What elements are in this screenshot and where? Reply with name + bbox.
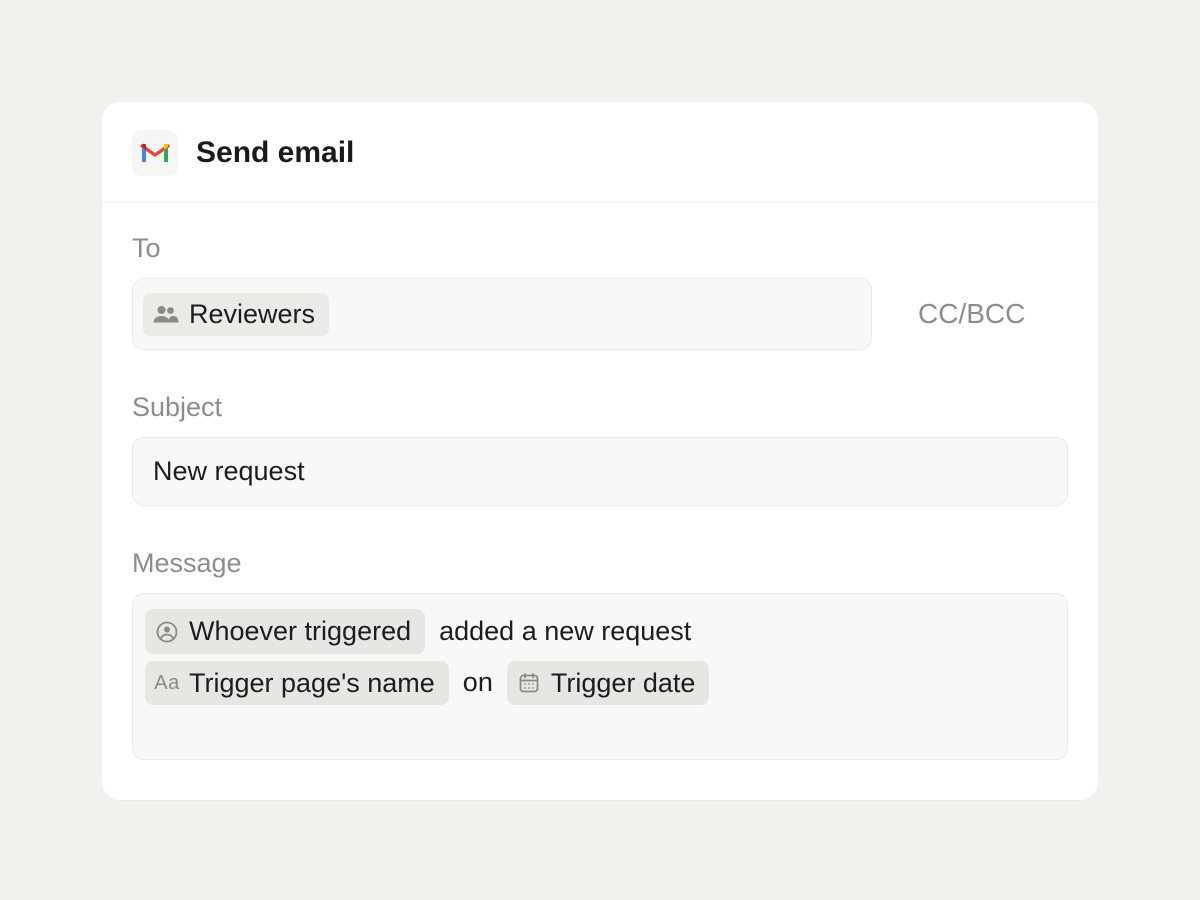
message-text: added a new request: [437, 606, 693, 657]
to-chip-reviewers[interactable]: Reviewers: [143, 293, 329, 336]
message-line-2: Aa Trigger page's name on: [145, 657, 1055, 708]
token-label: Trigger page's name: [189, 667, 435, 699]
person-circle-icon: [155, 621, 179, 643]
subject-box[interactable]: [132, 437, 1068, 506]
card-body: To Reviewers CC/BCC Subject: [102, 203, 1098, 800]
card-header: Send email: [102, 102, 1098, 203]
gmail-icon: [132, 130, 178, 176]
token-label: Whoever triggered: [189, 615, 411, 647]
to-label: To: [132, 233, 1068, 264]
to-row: Reviewers CC/BCC: [132, 278, 1068, 350]
message-input[interactable]: Whoever triggered added a new request Aa…: [132, 593, 1068, 760]
card-title: Send email: [196, 136, 354, 170]
ccbcc-button[interactable]: CC/BCC: [918, 298, 1025, 330]
subject-input[interactable]: [153, 456, 1047, 487]
message-label: Message: [132, 548, 1068, 579]
subject-label: Subject: [132, 392, 1068, 423]
token-label: Trigger date: [551, 667, 696, 699]
token-trigger-page-name[interactable]: Aa Trigger page's name: [145, 661, 449, 705]
token-trigger-date[interactable]: Trigger date: [507, 661, 710, 705]
people-icon: [153, 305, 179, 323]
message-text: on: [461, 657, 495, 708]
message-line-1: Whoever triggered added a new request: [145, 606, 1055, 657]
send-email-card: Send email To Reviewers CC/: [102, 102, 1098, 800]
to-input[interactable]: Reviewers: [132, 278, 872, 350]
token-whoever-triggered[interactable]: Whoever triggered: [145, 609, 425, 653]
to-chip-label: Reviewers: [189, 301, 315, 328]
text-type-icon: Aa: [155, 673, 179, 693]
calendar-icon: [517, 672, 541, 694]
